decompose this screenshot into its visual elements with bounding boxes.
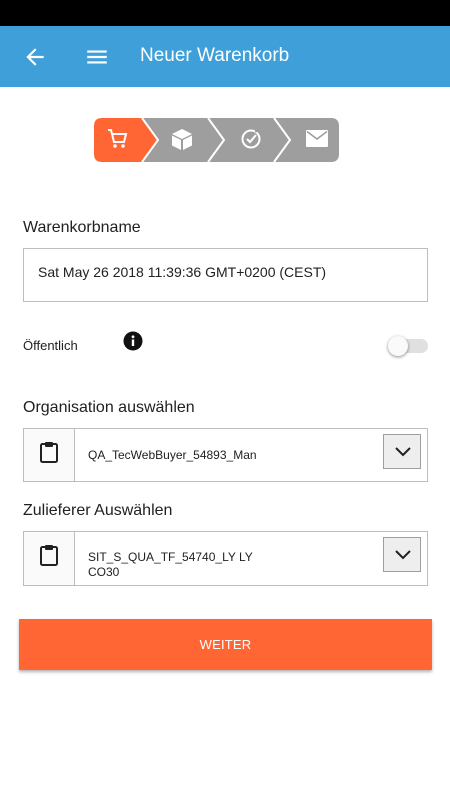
organisation-value: QA_TecWebBuyer_54893_Man [88, 448, 257, 462]
cart-name-label: Warenkorbname [23, 219, 141, 236]
supplier-select[interactable]: SIT_S_QUA_TF_54740_LY LY CO30 [23, 531, 428, 586]
page-title: Neuer Warenkorb [140, 45, 290, 66]
supplier-value-line2: CO30 [88, 565, 120, 579]
hamburger-menu-icon[interactable] [84, 44, 110, 70]
supplier-value-line1: SIT_S_QUA_TF_54740_LY LY [88, 550, 253, 564]
status-bar [0, 0, 450, 26]
mail-icon [306, 130, 328, 147]
toggle-knob [388, 336, 408, 356]
back-arrow-icon[interactable] [22, 44, 48, 70]
clipboard-icon [24, 532, 75, 585]
checkout-stepper [94, 118, 339, 162]
supplier-value: SIT_S_QUA_TF_54740_LY LY CO30 [88, 550, 253, 580]
clipboard-icon [24, 429, 75, 481]
supplier-label: Zulieferer Auswählen [23, 502, 173, 519]
organisation-select[interactable]: QA_TecWebBuyer_54893_Man [23, 428, 428, 482]
chevron-down-icon[interactable] [383, 537, 421, 572]
app-bar: Neuer Warenkorb [0, 26, 450, 87]
info-icon[interactable] [123, 331, 143, 351]
cart-name-input[interactable]: Sat May 26 2018 11:39:36 GMT+0200 (CEST) [23, 248, 428, 302]
next-button[interactable]: WEITER [19, 619, 432, 670]
public-toggle[interactable] [388, 336, 428, 356]
chevron-down-icon[interactable] [383, 434, 421, 469]
organisation-label: Organisation auswählen [23, 399, 195, 416]
public-label: Öffentlich [23, 338, 78, 353]
